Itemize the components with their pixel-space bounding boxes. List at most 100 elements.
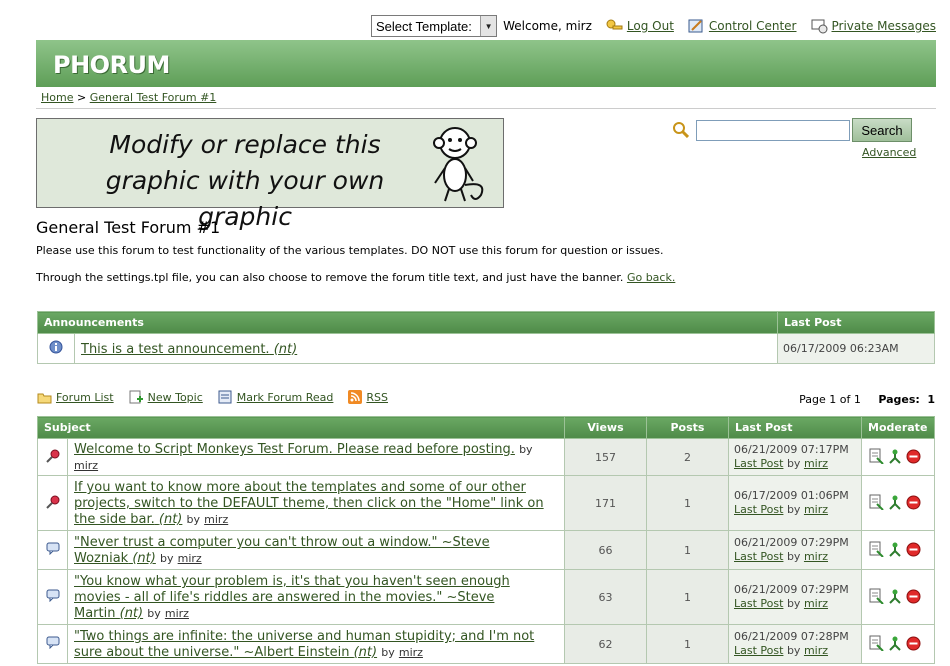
search-button[interactable]: Search (852, 118, 912, 142)
header-banner: PHORUM (36, 40, 936, 87)
chevron-down-icon[interactable]: ▼ (480, 16, 497, 36)
private-messages-link[interactable]: Private Messages (832, 19, 937, 33)
banner-line-1: Modify or replace this (109, 130, 381, 159)
search-input[interactable] (696, 120, 850, 141)
author-link[interactable]: mirz (165, 607, 189, 620)
thread-subject-link[interactable]: If you want to know more about the templ… (74, 480, 544, 527)
announcement-row: This is a test announcement. (nt) 06/17/… (37, 333, 935, 364)
moderate-actions (861, 475, 935, 531)
delete-icon[interactable] (906, 449, 921, 464)
last-post-link[interactable]: Last Post (734, 644, 783, 657)
template-select[interactable]: Select Template: ▼ (371, 15, 498, 37)
views-count: 63 (564, 569, 647, 625)
rss-icon (348, 390, 363, 404)
last-post-link[interactable]: Last Post (734, 457, 783, 470)
delete-icon[interactable] (906, 495, 921, 510)
control-center-icon (688, 19, 703, 33)
forum-list-link[interactable]: Forum List (56, 391, 114, 404)
merge-icon[interactable] (887, 494, 903, 510)
posts-count: 1 (646, 624, 729, 664)
delete-icon[interactable] (906, 636, 921, 651)
key-icon (606, 19, 623, 30)
last-post-author-link[interactable]: mirz (804, 644, 828, 657)
last-post-author-link[interactable]: mirz (804, 597, 828, 610)
thread-subject-link[interactable]: "Two things are infinite: the universe a… (74, 629, 534, 660)
pages-label: Pages: (878, 393, 920, 406)
last-post-date: 06/21/2009 07:29PM (734, 536, 849, 549)
thread-subject-link[interactable]: Welcome to Script Monkeys Test Forum. Pl… (74, 442, 515, 457)
last-post-author-link[interactable]: mirz (804, 550, 828, 563)
edit-icon[interactable] (868, 494, 884, 511)
new-topic-link[interactable]: New Topic (148, 391, 203, 404)
by-label: by (786, 550, 801, 563)
folder-icon (37, 393, 52, 403)
by-label: by (381, 646, 395, 659)
edit-icon[interactable] (868, 635, 884, 652)
last-post-date: 06/21/2009 07:29PM (734, 583, 849, 596)
advanced-search-link[interactable]: Advanced (862, 146, 916, 159)
author-link[interactable]: mirz (399, 646, 423, 659)
author-link[interactable]: mirz (74, 459, 98, 472)
last-post-link[interactable]: Last Post (734, 597, 783, 610)
breadcrumb: Home > General Test Forum #1 (41, 91, 216, 104)
moderate-actions (861, 569, 935, 625)
moderate-actions (861, 438, 935, 476)
rss-link[interactable]: RSS (366, 391, 388, 404)
thread-subject-link[interactable]: "Never trust a computer you can't throw … (74, 535, 490, 566)
author-link[interactable]: mirz (204, 513, 228, 526)
control-center-link[interactable]: Control Center (709, 19, 797, 33)
go-back-link[interactable]: Go back. (627, 271, 675, 284)
divider (36, 108, 936, 109)
last-post-link[interactable]: Last Post (734, 503, 783, 516)
delete-icon[interactable] (906, 542, 921, 557)
table-row: If you want to know more about the templ… (37, 475, 935, 531)
breadcrumb-forum[interactable]: General Test Forum #1 (90, 91, 217, 104)
views-count: 66 (564, 530, 647, 570)
logout-link[interactable]: Log Out (627, 19, 674, 33)
table-row: "Two things are infinite: the universe a… (37, 624, 935, 664)
last-post-date: 06/17/2009 01:06PM (734, 489, 849, 502)
current-page[interactable]: 1 (927, 393, 935, 406)
table-row: "You know what your problem is, it's tha… (37, 569, 935, 625)
mark-forum-read-link[interactable]: Mark Forum Read (237, 391, 334, 404)
monkey-icon (433, 127, 484, 202)
by-label: by (519, 443, 533, 456)
page-title: General Test Forum #1 (36, 218, 221, 237)
table-row: Welcome to Script Monkeys Test Forum. Pl… (37, 438, 935, 476)
announcement-link[interactable]: This is a test announcement. (nt) (81, 342, 297, 357)
last-post-author-link[interactable]: mirz (804, 503, 828, 516)
by-label: by (159, 552, 174, 565)
welcome-text: Welcome, mirz (503, 19, 592, 33)
merge-icon[interactable] (887, 541, 903, 557)
thread-subject-link[interactable]: "You know what your problem is, it's tha… (74, 574, 510, 621)
edit-icon[interactable] (868, 448, 884, 465)
phorum-logo[interactable]: PHORUM (53, 51, 170, 79)
last-post-author-link[interactable]: mirz (804, 457, 828, 470)
last-post-header: Last Post (777, 311, 935, 334)
merge-icon[interactable] (887, 588, 903, 604)
posts-count: 1 (646, 530, 729, 570)
last-post-header: Last Post (728, 416, 862, 439)
by-label: by (786, 503, 801, 516)
by-label: by (147, 607, 161, 620)
moderate-header: Moderate (861, 416, 935, 439)
last-post-link[interactable]: Last Post (734, 550, 783, 563)
merge-icon[interactable] (887, 448, 903, 464)
posts-count: 2 (646, 438, 729, 476)
announcements-table: Announcements Last Post This is a test a… (37, 311, 935, 364)
announcement-date: 06/17/2009 06:23AM (777, 333, 935, 364)
subject-header: Subject (37, 416, 565, 439)
posts-count: 1 (646, 475, 729, 531)
moderate-actions (861, 530, 935, 570)
sticky-pin-icon (45, 495, 59, 509)
breadcrumb-home[interactable]: Home (41, 91, 73, 104)
author-link[interactable]: mirz (178, 552, 202, 565)
edit-icon[interactable] (868, 541, 884, 558)
merge-icon[interactable] (887, 635, 903, 651)
delete-icon[interactable] (906, 589, 921, 604)
edit-icon[interactable] (868, 588, 884, 605)
user-bar: Select Template: ▼ Welcome, mirz Log Out… (371, 14, 936, 38)
views-count: 171 (564, 475, 647, 531)
forum-note: Through the settings.tpl file, you can a… (36, 271, 675, 284)
views-header: Views (564, 416, 647, 439)
